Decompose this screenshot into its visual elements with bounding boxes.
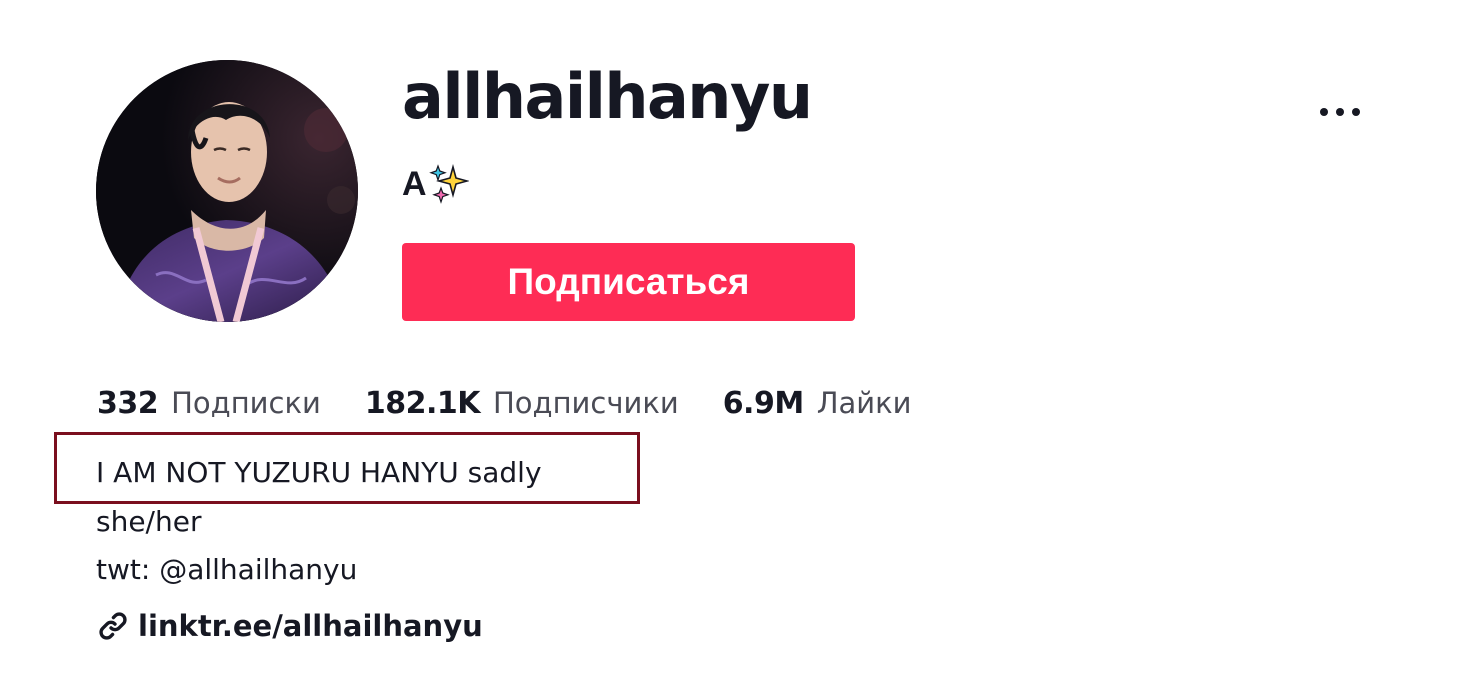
bio-link-text: linktr.ee/allhailhanyu: [138, 609, 483, 643]
bio-line-3: twt: @allhailhanyu: [96, 553, 358, 586]
stat-following[interactable]: 332 Подписки: [97, 383, 321, 424]
stat-followers[interactable]: 182.1K Подписчики: [365, 383, 679, 424]
stat-followers-count: 182.1K: [364, 386, 481, 421]
bio-line-2: she/her: [96, 505, 202, 538]
stat-following-count: 332: [97, 386, 159, 421]
more-dot-icon: [1320, 108, 1328, 116]
stat-likes: 6.9M Лайки: [723, 383, 912, 424]
bio-link[interactable]: linktr.ee/allhailhanyu: [96, 608, 483, 644]
more-options-button[interactable]: [1308, 92, 1372, 132]
stat-likes-count: 6.9M: [722, 386, 805, 421]
more-dot-icon: [1352, 108, 1360, 116]
profile-stats: 332 Подписки 182.1K Подписчики 6.9M Лайк…: [97, 383, 955, 424]
sparkles-icon: [428, 164, 469, 204]
more-dot-icon: [1336, 108, 1344, 116]
username: allhailhanyu: [402, 60, 813, 133]
bio-line-1: I AM NOT YUZURU HANYU sadly: [96, 456, 542, 489]
stat-following-label: Подписки: [171, 386, 321, 420]
avatar-photo: [96, 60, 358, 322]
stat-followers-label: Подписчики: [492, 386, 679, 420]
stat-likes-label: Лайки: [816, 386, 912, 420]
link-icon: [99, 612, 127, 640]
nickname: A: [402, 164, 469, 204]
nickname-text: A: [402, 165, 427, 203]
follow-button[interactable]: Подписаться: [402, 243, 855, 321]
avatar[interactable]: [96, 60, 358, 322]
